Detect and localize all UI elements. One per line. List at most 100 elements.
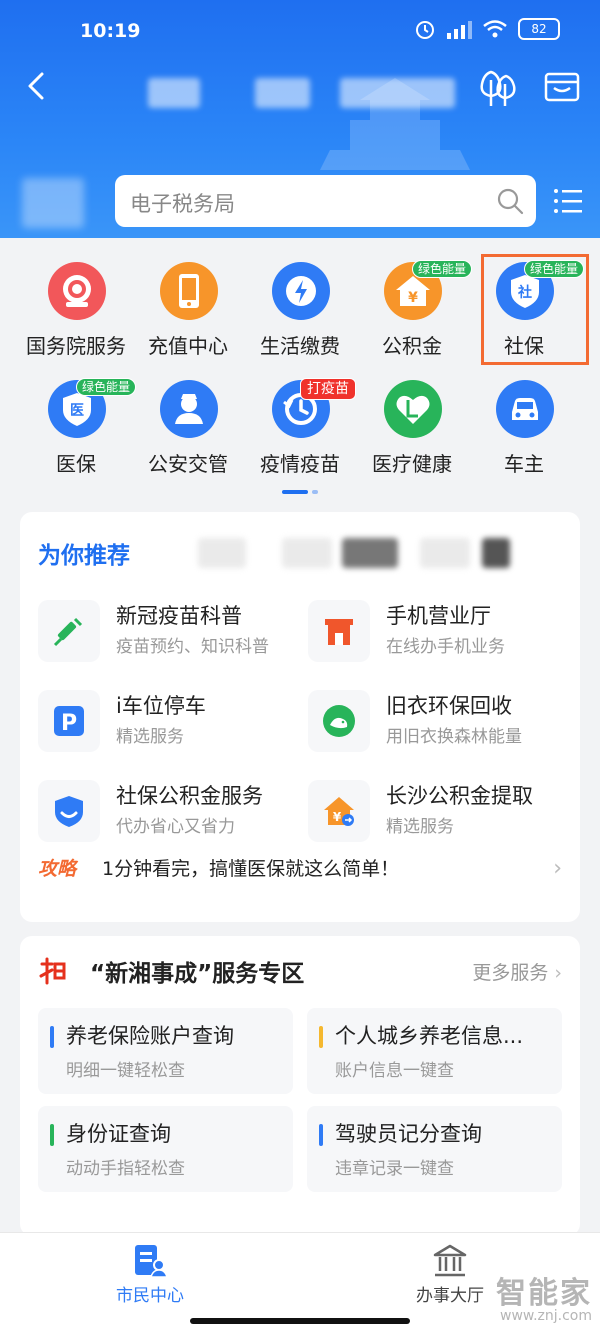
svg-text:P: P xyxy=(61,711,77,736)
grid-item-yiqing[interactable]: 打疫苗 疫情疫苗 xyxy=(244,356,356,476)
rec-desc: 用旧衣换森林能量 xyxy=(386,727,522,747)
header: 10:19 82 电子税务局 xyxy=(0,0,600,238)
grid-label: 公安交管 xyxy=(148,452,228,476)
grid-label: 充值中心 xyxy=(148,334,228,358)
wifi-icon xyxy=(483,20,507,38)
svc-desc: 明细一键轻松查 xyxy=(66,1061,185,1081)
page-dot-active xyxy=(282,490,308,494)
green-energy-badge: 绿色能量 xyxy=(412,260,473,278)
watermark-title: 智能家 xyxy=(496,1276,592,1311)
nav-label: 市民中心 xyxy=(116,1286,184,1306)
svc-name: 身份证查询 xyxy=(66,1122,171,1146)
signal-icon xyxy=(447,21,472,39)
alarm-icon xyxy=(416,21,434,39)
svc-name: 驾驶员记分查询 xyxy=(335,1122,482,1146)
blurred-tab[interactable] xyxy=(420,538,470,568)
rec-name: 旧衣环保回收 xyxy=(386,694,512,718)
accent-bar xyxy=(319,1124,323,1146)
rec-item-vaccine[interactable]: 新冠疫苗科普 疫苗预约、知识科普 xyxy=(20,594,290,674)
rec-desc: 在线办手机业务 xyxy=(386,637,505,657)
svg-text:¥: ¥ xyxy=(333,810,342,824)
hall-building-icon xyxy=(433,1244,467,1277)
grid-label: 疫情疫苗 xyxy=(260,452,340,476)
watermark-url: www.znj.com xyxy=(500,1308,592,1324)
tip-row[interactable]: 攻略 1分钟看完，搞懂医保就这么简单！ › xyxy=(20,842,580,894)
svg-text:医: 医 xyxy=(70,403,84,419)
seal-icon xyxy=(48,262,106,320)
rec-desc: 精选服务 xyxy=(116,727,184,747)
grid-item-gongjijin[interactable]: ¥ 绿色能量 公积金 xyxy=(356,238,473,358)
chevron-right-icon: › xyxy=(553,856,562,881)
rec-name: i车位停车 xyxy=(116,694,206,718)
recommend-title: 为你推荐 xyxy=(38,543,130,569)
rec-name: 社保公积金服务 xyxy=(116,784,263,808)
syringe-icon xyxy=(38,600,100,662)
tip-text: 1分钟看完，搞懂医保就这么简单！ xyxy=(102,858,400,880)
accent-bar xyxy=(319,1026,323,1048)
green-energy-badge: 绿色能量 xyxy=(76,378,137,396)
grid-item-gongan[interactable]: 公安交管 xyxy=(132,356,244,476)
more-services-label: 更多服务 xyxy=(472,962,549,984)
svc-item-pension-account[interactable]: 养老保险账户查询 明细一键轻松查 xyxy=(38,1008,293,1094)
search-icon[interactable] xyxy=(496,187,524,215)
house-yuan-icon: ¥ xyxy=(308,780,370,842)
blurred-title xyxy=(255,78,310,108)
blurred-title xyxy=(148,78,200,108)
nav-tab-citizen-center[interactable]: 市民中心 xyxy=(75,1233,225,1313)
blurred-tab[interactable] xyxy=(282,538,332,568)
grid-item-guowuyuan[interactable]: 国务院服务 xyxy=(20,238,132,358)
store-icon xyxy=(308,600,370,662)
svc-item-id-card[interactable]: 身份证查询 动动手指轻松查 xyxy=(38,1106,293,1192)
battery-indicator: 82 xyxy=(518,18,560,40)
search-placeholder: 电子税务局 xyxy=(130,192,235,216)
rec-desc: 代办省心又省力 xyxy=(116,817,235,837)
status-bar: 10:19 82 xyxy=(0,0,600,56)
svc-item-urban-rural-pension[interactable]: 个人城乡养老信息... 账户信息一键查 xyxy=(307,1008,562,1094)
page-dot xyxy=(312,490,318,494)
grid-item-shenghuo[interactable]: 生活缴费 xyxy=(244,238,356,358)
zone-title: “新湘事成”服务专区 xyxy=(90,961,305,987)
grid-item-chezhu[interactable]: 车主 xyxy=(468,356,580,476)
car-icon xyxy=(496,380,554,438)
blurred-title xyxy=(340,78,455,108)
svc-name: 个人城乡养老信息... xyxy=(335,1024,524,1048)
parking-icon: P xyxy=(38,690,100,752)
svc-desc: 动动手指轻松查 xyxy=(66,1159,185,1179)
accent-bar xyxy=(50,1124,54,1146)
blurred-tab[interactable] xyxy=(342,538,398,568)
grid-item-chongzhi[interactable]: 充值中心 xyxy=(132,238,244,358)
rec-item-recycle[interactable]: 旧衣环保回收 用旧衣换森林能量 xyxy=(290,684,560,764)
lightning-icon xyxy=(272,262,330,320)
svg-text:¥: ¥ xyxy=(408,290,418,306)
home-indicator[interactable] xyxy=(190,1318,410,1324)
recycle-whale-icon xyxy=(308,690,370,752)
accent-bar xyxy=(50,1026,54,1048)
more-services-link[interactable]: 更多服务 › xyxy=(472,958,562,985)
grid-label: 公积金 xyxy=(382,334,442,358)
svc-name: 养老保险账户查询 xyxy=(66,1024,234,1048)
rec-item-mobile-hall[interactable]: 手机营业厅 在线办手机业务 xyxy=(290,594,560,674)
search-bar[interactable]: 电子税务局 xyxy=(115,175,536,227)
rec-desc: 疫苗预约、知识科普 xyxy=(116,637,269,657)
rec-item-parking[interactable]: P i车位停车 精选服务 xyxy=(20,684,290,764)
status-time: 10:19 xyxy=(80,20,141,42)
blurred-city-selector[interactable] xyxy=(22,178,84,228)
grid-item-yibao[interactable]: 医 绿色能量 医保 xyxy=(20,356,137,476)
blurred-tab[interactable] xyxy=(482,538,510,568)
menu-list-icon[interactable] xyxy=(552,186,584,216)
grid-label: 医保 xyxy=(56,452,96,476)
grid-label: 医疗健康 xyxy=(372,452,452,476)
back-icon[interactable] xyxy=(20,68,56,104)
svc-item-driver-points[interactable]: 驾驶员记分查询 违章记录一键查 xyxy=(307,1106,562,1192)
wallet-icon[interactable] xyxy=(542,68,582,106)
page-indicator xyxy=(282,490,318,494)
forest-tree-icon[interactable] xyxy=(476,66,520,110)
svc-desc: 违章记录一键查 xyxy=(335,1159,454,1179)
recommend-card: 为你推荐 新冠疫苗科普 疫苗预约、知识科普 手机营业厅 在线办手机业务 P i车… xyxy=(20,512,580,922)
alipay-citizen-center-page: 10:19 82 电子税务局 国务院服务 充值中心 生活缴费 ¥ 绿色能量 公积… xyxy=(0,0,600,1333)
citizen-center-icon xyxy=(135,1245,168,1278)
blurred-tab[interactable] xyxy=(198,538,246,568)
status-icons: 82 xyxy=(414,18,560,40)
rec-name: 手机营业厅 xyxy=(386,604,491,628)
grid-item-yiliao[interactable]: 医疗健康 xyxy=(356,356,468,476)
